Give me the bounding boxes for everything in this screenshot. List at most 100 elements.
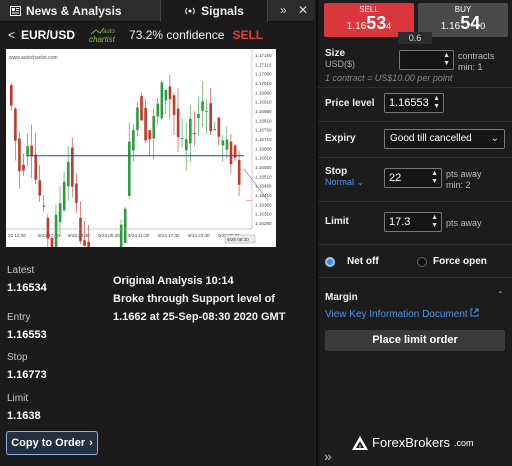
newspaper-icon <box>10 6 21 16</box>
copy-to-order-button[interactable]: Copy to Order › <box>6 431 98 455</box>
candle-body <box>30 145 33 157</box>
x-tick-label: 9/24 23:30 <box>188 233 210 238</box>
stat-value: 1.16773 <box>7 369 47 381</box>
candle-body <box>34 154 38 180</box>
stat-stop: Stop 1.16773 <box>7 352 47 381</box>
candle-body <box>66 161 70 187</box>
cursor-time-label: 9/25 08:30 <box>227 237 249 242</box>
y-tick-label: 1.16560 <box>255 165 272 170</box>
limit-distance-input[interactable]: 17.3 ▲ ▼ <box>384 212 442 232</box>
x-tick-label: 9/24 05:30 <box>98 233 120 238</box>
stepper-icon[interactable]: ▲ ▼ <box>433 95 440 111</box>
candle-body <box>10 85 13 106</box>
deal-ticket: SELL 1.16534 BUY 1.16540 0.6 Size USD($)… <box>316 0 512 466</box>
stat-value: 1.16534 <box>7 282 47 294</box>
candle-body <box>71 147 74 187</box>
y-tick-label: 1.16460 <box>255 184 272 189</box>
candle-body <box>140 95 143 121</box>
y-tick-label: 1.16660 <box>255 146 272 151</box>
tab-news-analysis[interactable]: News & Analysis <box>10 0 122 22</box>
margin-label: Margin <box>325 292 358 303</box>
limit-row: Limit 17.3 ▲ ▼ pts away <box>325 211 504 235</box>
position-mode-group: Net off Force open <box>325 256 505 270</box>
forexbrokers-watermark: ForexBrokers .com <box>352 435 474 450</box>
y-tick-label: 1.16360 <box>255 202 272 207</box>
analysis-text: Original Analysis 10:14 Broke through Su… <box>113 272 308 326</box>
net-off-radio[interactable]: Net off <box>325 256 379 267</box>
spread-badge: 0.6 <box>398 32 432 44</box>
chevron-right-icon: › <box>89 437 93 449</box>
confidence-text: 73.2% confidence <box>129 28 225 42</box>
y-tick-label: 1.17060 <box>255 72 272 77</box>
y-tick-label: 1.16260 <box>255 221 272 226</box>
stepper-icon[interactable]: ▲ ▼ <box>431 214 438 230</box>
svg-text:chartist: chartist <box>89 35 116 44</box>
size-hint: contracts min: 1 <box>458 51 495 72</box>
divider <box>318 87 512 88</box>
candle-body <box>14 108 17 141</box>
y-tick-label: 1.16710 <box>255 137 272 142</box>
tab-signals-label: Signals <box>201 4 244 18</box>
y-tick-label: 1.16860 <box>255 109 272 114</box>
candle-body <box>197 113 200 119</box>
copy-to-order-label: Copy to Order <box>11 437 86 449</box>
y-tick-label: 1.16410 <box>255 193 272 198</box>
y-tick-label: 1.17160 <box>255 53 272 58</box>
y-tick-label: 1.16510 <box>255 174 272 179</box>
y-tick-label: 1.16810 <box>255 118 272 123</box>
candle-body <box>152 115 156 139</box>
candle-body <box>213 128 217 131</box>
candlestick-chart: www.autochartist.com 1.17160 1.17110 1.170… <box>6 49 272 333</box>
candle-body <box>22 164 25 171</box>
candle-body <box>164 89 168 101</box>
candle-body <box>229 141 233 165</box>
stat-limit: Limit 1.1638 <box>7 393 41 422</box>
tab-signals[interactable]: Signals <box>160 0 268 22</box>
candle-body <box>79 217 82 242</box>
stepper-icon[interactable]: ▲ ▼ <box>431 170 438 186</box>
y-tick-label: 1.17010 <box>255 81 272 86</box>
candle-body <box>176 108 180 138</box>
y-tick-label: 1.16910 <box>255 100 272 105</box>
signal-direction: SELL <box>232 28 264 42</box>
x-tick-label: 9/24 11:30 <box>128 233 150 238</box>
price-chart: www.autochartist.com 1.17160 1.17110 1.170… <box>6 49 276 333</box>
chevron-down-icon: ⌄ <box>356 177 365 187</box>
candle-body <box>217 117 221 137</box>
close-icon[interactable]: ✕ <box>298 3 308 17</box>
candle-body <box>221 140 225 146</box>
candle-body <box>83 240 86 246</box>
signal-header: < EUR/USD auto chartist 73.2% confidence… <box>0 23 314 47</box>
expiry-select[interactable]: Good till cancelled ⌄ <box>384 129 505 149</box>
x-tick-label: 9/23 23:30 <box>68 233 90 238</box>
collapse-icon[interactable]: » <box>280 3 287 17</box>
y-tick-label: 1.16960 <box>255 90 272 95</box>
key-info-document-link[interactable]: View Key Information Document <box>325 308 479 320</box>
candle-body <box>209 103 212 132</box>
stat-label: Latest <box>7 265 35 276</box>
autochartist-logo: auto chartist <box>89 27 116 44</box>
expand-panel-icon[interactable]: » <box>324 448 332 464</box>
stop-distance-input[interactable]: 22 ▲ ▼ <box>384 168 442 188</box>
candle-body <box>172 95 176 115</box>
margin-value: - <box>498 287 502 298</box>
brand-name: ForexBrokers <box>372 435 451 450</box>
price-level-input[interactable]: 1.16553 ▲ ▼ <box>384 93 444 113</box>
size-input[interactable]: ▲ ▼ <box>399 50 454 70</box>
divider <box>318 201 512 202</box>
stat-label: Limit <box>7 393 29 404</box>
candle-body <box>42 205 46 207</box>
divider <box>318 121 512 122</box>
candle-body <box>75 183 78 203</box>
stepper-icon[interactable]: ▲ ▼ <box>443 52 450 68</box>
brand-suffix: .com <box>454 437 474 448</box>
y-tick-label: 1.16310 <box>255 212 272 217</box>
place-limit-order-button[interactable]: Place limit order <box>325 330 505 351</box>
candle-body <box>26 146 29 156</box>
back-arrow-icon[interactable]: < <box>8 28 15 42</box>
stat-label: Entry <box>7 312 31 323</box>
contract-note: 1 contract = US$10.00 per point <box>325 73 453 83</box>
candle-body <box>62 181 66 211</box>
force-open-radio[interactable]: Force open <box>417 256 487 267</box>
panel-tab-bar: News & Analysis Signals » ✕ <box>0 0 314 22</box>
